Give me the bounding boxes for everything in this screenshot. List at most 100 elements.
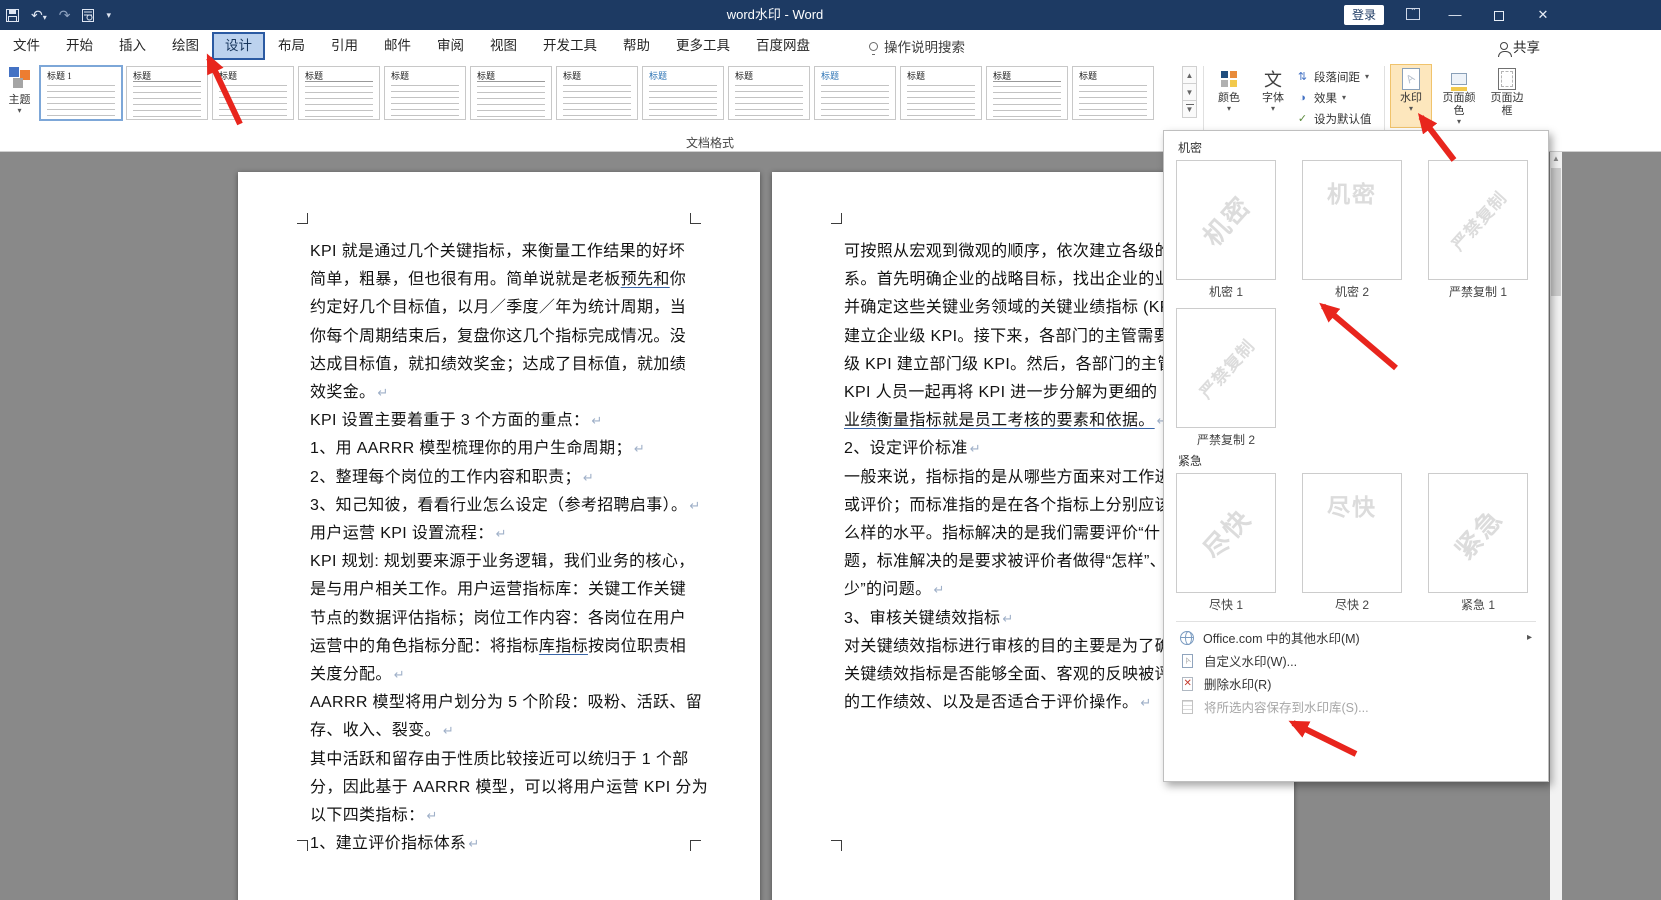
tab-developer[interactable]: 开发工具 [530, 32, 610, 60]
style-set-7[interactable]: 标题 [556, 66, 638, 120]
style-set-3[interactable]: 标题 [212, 66, 294, 120]
style-set-6[interactable]: 标题 [470, 66, 552, 120]
chevron-down-icon: ▾ [1438, 118, 1480, 126]
tab-references[interactable]: 引用 [318, 32, 371, 60]
tab-design[interactable]: 设计 [212, 32, 265, 60]
doc-line: 运营中的角色指标分配：将指标库指标按岗位职责相 [310, 633, 692, 661]
watermark-tile[interactable]: 紧急紧急 1 [1428, 473, 1528, 613]
set-as-default-button[interactable]: ✓ 设为默认值 [1296, 109, 1382, 128]
share-button[interactable]: 共享 [1500, 30, 1540, 62]
style-set-5[interactable]: 标题 [384, 66, 466, 120]
gallery-scrollbar: ▲ ▼ ▼ [1182, 66, 1197, 117]
style-set-preview-lines [735, 85, 803, 117]
style-set-8[interactable]: 标题 [642, 66, 724, 120]
margin-crop-mark [690, 213, 701, 224]
colors-button[interactable]: 颜色 ▾ [1208, 64, 1250, 128]
paragraph-spacing-button[interactable]: ⇅ 段落间距 ▾ [1296, 67, 1382, 86]
watermark-menu-items: Office.com 中的其他水印(M)▸自定义水印(W)...删除水印(R)将… [1176, 626, 1536, 718]
tab-mailings[interactable]: 邮件 [371, 32, 424, 60]
doc-text: 对关键绩效指标进行审核的目的主要是为了确 [844, 638, 1171, 655]
tab-baidu-pan[interactable]: 百度网盘 [743, 32, 823, 60]
tab-file[interactable]: 文件 [0, 32, 53, 60]
style-set-preview-lines [1079, 85, 1147, 117]
watermark-tile[interactable]: 尽快尽快 2 [1302, 473, 1402, 613]
doc-text: 关键绩效指标是否能够全面、客观的反映被评 [844, 666, 1171, 683]
tab-layout[interactable]: 布局 [265, 32, 318, 60]
watermark-tile[interactable]: 严禁复制严禁复制 1 [1428, 160, 1528, 300]
tab-view[interactable]: 视图 [477, 32, 530, 60]
watermark-tile[interactable]: 严禁复制严禁复制 2 [1176, 308, 1276, 448]
doc-text: 可按照从宏观到微观的顺序，依次建立各级的 [844, 243, 1171, 260]
tab-more-tools[interactable]: 更多工具 [663, 32, 743, 60]
doc-text: 以下四类指标： [310, 807, 424, 824]
doc-text: 运营中的角色指标分配：将指标 [310, 638, 539, 655]
watermark-tile[interactable]: 尽快尽快 1 [1176, 473, 1276, 613]
style-set-2[interactable]: 标题 [126, 66, 208, 120]
tab-insert[interactable]: 插入 [106, 32, 159, 60]
minimize-button[interactable]: — [1434, 0, 1476, 30]
page-borders-button[interactable]: 页面边框 [1486, 64, 1528, 128]
style-set-9[interactable]: 标题 [728, 66, 810, 120]
doc-text: KPI 人员一起再将 KPI 进一步分解为更细的 KP [844, 384, 1184, 401]
style-set-title: 标题 [1079, 71, 1147, 81]
effects-button[interactable]: ◑ 效果 ▾ [1296, 88, 1382, 107]
watermark-tile[interactable]: 机密机密 2 [1302, 160, 1402, 300]
gallery-more-icon[interactable]: ▼ [1182, 100, 1197, 118]
doc-text: 1、用 AARRR 模型梳理你的用户生命周期； [310, 440, 632, 457]
vertical-scrollbar[interactable]: ▲ [1550, 152, 1562, 900]
save-icon[interactable] [6, 9, 19, 22]
fonts-button[interactable]: 文 字体 ▾ [1252, 64, 1294, 128]
watermark-button[interactable]: 水印 ▾ [1390, 64, 1432, 128]
doc-text: 3、审核关键绩效指标 [844, 610, 1000, 627]
watermark-tile[interactable]: 机密机密 1 [1176, 160, 1276, 300]
doc-text: 系。首先明确企业的战略目标，找出企业的业务 [844, 271, 1187, 288]
tab-review[interactable]: 审阅 [424, 32, 477, 60]
style-set-12[interactable]: 标题 [986, 66, 1068, 120]
doc-line: 2、整理每个岗位的工作内容和职责；↵ [310, 464, 692, 492]
themes-label: 主题 [2, 91, 37, 107]
redo-icon[interactable]: ↷ [59, 8, 71, 22]
gallery-scroll-down-icon[interactable]: ▼ [1182, 83, 1197, 101]
watermark-tile-grid: 尽快尽快 1 尽快尽快 2 紧急紧急 1 [1176, 473, 1536, 613]
close-button[interactable]: ✕ [1522, 0, 1564, 30]
style-set-title: 标题 [219, 71, 287, 81]
qat-customize-icon[interactable]: ▾ [106, 8, 111, 22]
watermark-preview: 紧急 [1428, 473, 1528, 593]
paragraph-mark: ↵ [583, 470, 594, 485]
style-set-11[interactable]: 标题 [900, 66, 982, 120]
style-set-10[interactable]: 标题 [814, 66, 896, 120]
doc-text: 题，标准解决的是要求被评价者做得“怎样”、 [844, 553, 1166, 570]
doc-line: 以下四类指标：↵ [310, 802, 692, 830]
watermark-preview-text: 机密 [1327, 175, 1377, 209]
effects-label: 效果 [1314, 90, 1337, 106]
themes-button[interactable]: 主题 ▾ [2, 65, 37, 127]
login-button[interactable]: 登录 [1344, 5, 1384, 25]
menu-item-globe[interactable]: Office.com 中的其他水印(M)▸ [1176, 626, 1536, 649]
maximize-button[interactable] [1478, 0, 1520, 30]
style-set-4[interactable]: 标题 [298, 66, 380, 120]
scrollbar-thumb[interactable] [1551, 168, 1561, 296]
tab-help[interactable]: 帮助 [610, 32, 663, 60]
doc-text: KPI 设置主要着重于 3 个方面的重点： [310, 412, 589, 429]
page-color-label: 页面颜色 [1438, 92, 1480, 118]
style-set-13[interactable]: 标题 [1072, 66, 1154, 120]
doc-text: 级 KPI 建立部门级 KPI。然后，各部门的主管和 [844, 356, 1190, 373]
doc-line: 效奖金。↵ [310, 379, 692, 407]
watermark-section-title: 机密 [1178, 139, 1536, 156]
watermark-preview-text: 机密 [1194, 187, 1259, 253]
tab-draw[interactable]: 绘图 [159, 32, 212, 60]
style-set-1[interactable]: 标题 1 [40, 66, 122, 120]
paragraph-mark: ↵ [591, 413, 602, 428]
menu-item-custom[interactable]: 自定义水印(W)... [1176, 649, 1536, 672]
undo-icon[interactable]: ↶▾ [31, 8, 47, 22]
style-set-preview-lines [47, 85, 115, 117]
scroll-up-icon[interactable]: ▲ [1550, 152, 1562, 166]
print-preview-icon[interactable] [82, 9, 94, 22]
word-window: ↶▾ ↷ ▾ word水印 - Word 登录 — ✕ 文件开始插入绘图设计布局… [0, 0, 1661, 900]
page-color-button[interactable]: 页面颜色 ▾ [1438, 64, 1480, 128]
tab-home[interactable]: 开始 [53, 32, 106, 60]
tell-me-search[interactable]: 操作说明搜索 [869, 36, 965, 56]
ribbon-display-options-icon[interactable] [1406, 8, 1420, 20]
menu-item-delete[interactable]: 删除水印(R) [1176, 672, 1536, 695]
gallery-scroll-up-icon[interactable]: ▲ [1182, 66, 1197, 84]
